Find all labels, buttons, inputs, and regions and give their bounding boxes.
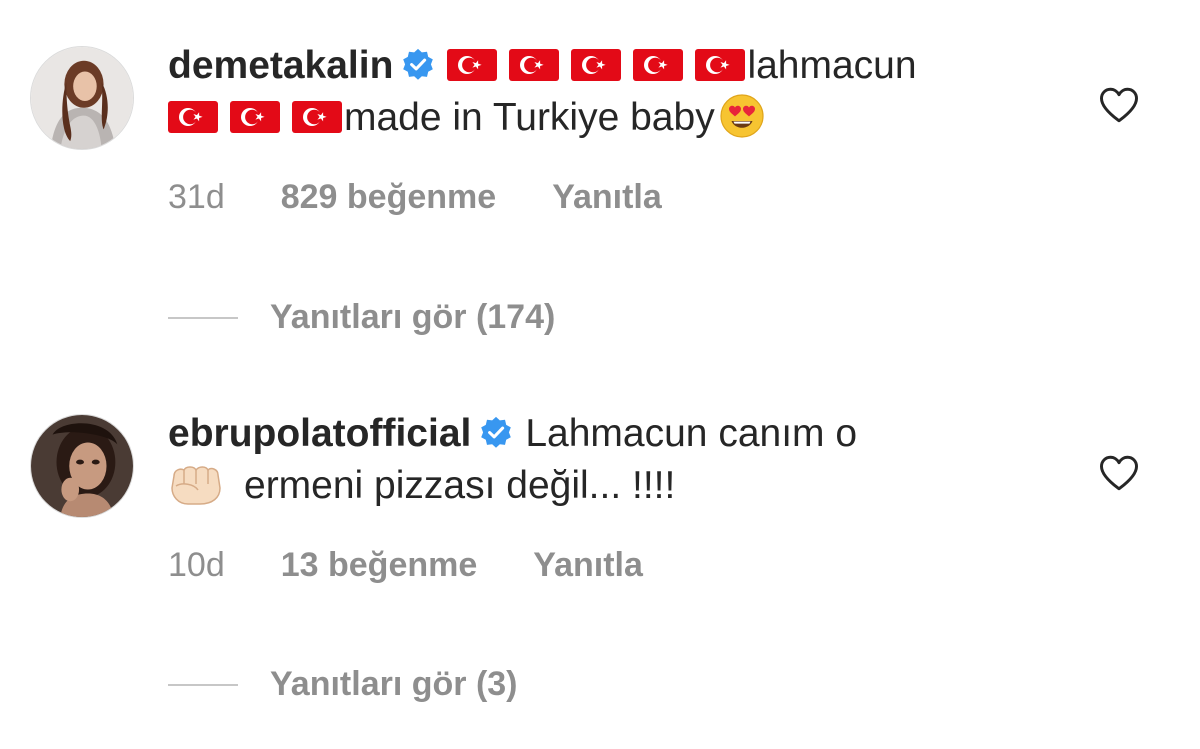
comment-text-line2: ermeni pizzası değil... !!!! [244, 464, 676, 507]
turkey-flag-emoji [695, 49, 745, 81]
comment-meta: 10d 13 beğenme Yanıtla [168, 546, 643, 585]
avatar-image [31, 415, 133, 517]
comment-time: 10d [168, 546, 225, 584]
reply-button[interactable]: Yanıtla [552, 178, 662, 217]
fist-emoji [168, 462, 224, 506]
comment-meta: 31d 829 beğenme Yanıtla [168, 178, 662, 217]
view-replies-button[interactable]: Yanıtları gör (174) [168, 298, 555, 338]
comment-body: ebrupolatofficial Lahmacun canım o ermeni… [168, 408, 1068, 584]
comment-text-line2: made in Turkiye baby [344, 96, 715, 139]
verified-badge-icon [479, 416, 513, 450]
like-button[interactable] [1098, 85, 1140, 125]
comment-username[interactable]: ebrupolatofficial [168, 412, 471, 455]
heart-outline-icon [1098, 85, 1140, 125]
comment-text-line1: Lahmacun canım o [525, 412, 858, 455]
turkey-flag-emoji [168, 101, 218, 133]
avatar[interactable] [30, 46, 134, 150]
view-replies-label: Yanıtları gör (3) [270, 665, 518, 703]
avatar[interactable] [30, 414, 134, 518]
comment-username[interactable]: demetakalin [168, 44, 393, 87]
comment-time: 31d [168, 178, 225, 216]
flag-group [168, 96, 344, 139]
comment-likes[interactable]: 13 beğenme [281, 546, 478, 585]
reply-button[interactable]: Yanıtla [533, 546, 643, 585]
heart-outline-icon [1098, 453, 1140, 493]
comment-text-line1: lahmacun [747, 44, 917, 87]
comment-text: ebrupolatofficial Lahmacun canım o ermeni… [168, 408, 1068, 512]
comment-text: demetakalin lahmacun made in Turkiye baby [168, 40, 1068, 144]
turkey-flag-emoji [292, 101, 342, 133]
turkey-flag-emoji [633, 49, 683, 81]
turkey-flag-emoji [509, 49, 559, 81]
turkey-flag-emoji [230, 101, 280, 133]
flag-group [447, 44, 747, 87]
avatar-image [31, 47, 133, 149]
like-button[interactable] [1098, 453, 1140, 493]
verified-badge-icon [401, 48, 435, 82]
comment-likes[interactable]: 829 beğenme [281, 178, 496, 217]
replies-divider-line [168, 683, 238, 686]
turkey-flag-emoji [571, 49, 621, 81]
replies-divider-line [168, 316, 238, 319]
view-replies-button[interactable]: Yanıtları gör (3) [168, 665, 518, 705]
heart-eyes-emoji [719, 93, 765, 139]
comment-body: demetakalin lahmacun made in Turkiye baby … [168, 40, 1068, 216]
turkey-flag-emoji [447, 49, 497, 81]
view-replies-label: Yanıtları gör (174) [270, 298, 556, 336]
